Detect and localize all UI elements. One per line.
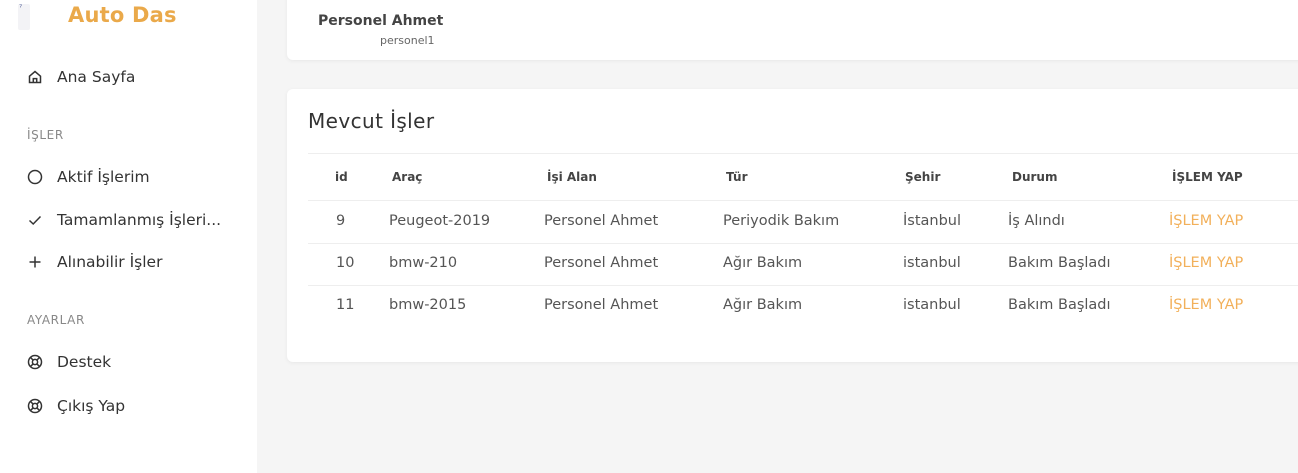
action-link[interactable]: İŞLEM YAP: [1169, 297, 1243, 313]
section-label-settings: AYARLAR: [27, 313, 85, 327]
cell-type: Periyodik Bakım: [723, 213, 840, 229]
cell-assignee: Personel Ahmet: [544, 297, 659, 313]
column-header-vehicle: Araç: [392, 170, 423, 184]
brand-logo-mark: ⁷: [19, 3, 23, 12]
sidebar-item-label: Destek: [57, 353, 112, 371]
lifebuoy-icon: [26, 353, 44, 371]
check-icon: [26, 211, 44, 229]
cell-vehicle: bmw-2015: [389, 297, 467, 313]
action-link[interactable]: İŞLEM YAP: [1169, 213, 1243, 229]
home-icon: [26, 68, 44, 86]
sidebar-item-support[interactable]: Destek: [26, 350, 111, 374]
sidebar-item-label: Tamamlanmış İşleri...: [57, 211, 222, 229]
section-label-jobs: İŞLER: [27, 128, 64, 142]
cell-status: İş Alındı: [1008, 213, 1065, 229]
sidebar: ⁷ Auto Das Ana Sayfa İŞLER Aktif İşlerim…: [0, 0, 257, 473]
user-card: Personel Ahmet personel1: [287, 0, 1298, 60]
cell-city: istanbul: [903, 255, 961, 271]
sidebar-item-home[interactable]: Ana Sayfa: [26, 65, 135, 89]
jobs-card: Mevcut İşler id Araç İşi Alan Tür Şehir …: [287, 89, 1298, 362]
sidebar-item-available-jobs[interactable]: Alınabilir İşler: [26, 250, 162, 274]
brand[interactable]: ⁷ Auto Das: [0, 0, 257, 34]
sidebar-item-label: Çıkış Yap: [57, 397, 126, 415]
table-divider: [308, 200, 1298, 201]
sidebar-item-label: Alınabilir İşler: [57, 253, 163, 271]
column-header-assignee: İşi Alan: [547, 170, 597, 184]
user-name: Personel Ahmet: [318, 13, 444, 29]
cell-assignee: Personel Ahmet: [544, 255, 659, 271]
sidebar-item-logout[interactable]: Çıkış Yap: [26, 394, 125, 418]
sidebar-item-active-jobs[interactable]: Aktif İşlerim: [26, 165, 150, 189]
sidebar-item-completed-jobs[interactable]: Tamamlanmış İşleri...: [26, 208, 221, 232]
cell-id: 10: [336, 255, 355, 271]
sidebar-item-label: Aktif İşlerim: [57, 168, 150, 186]
cell-type: Ağır Bakım: [723, 297, 803, 313]
cell-id: 11: [336, 297, 355, 313]
table-divider: [308, 153, 1298, 154]
column-header-city: Şehir: [905, 170, 941, 184]
table-divider: [308, 243, 1298, 244]
cell-vehicle: Peugeot-2019: [389, 213, 491, 229]
page-title: Mevcut İşler: [308, 109, 435, 133]
cell-id: 9: [336, 213, 346, 229]
circle-icon: [26, 168, 44, 186]
cell-city: istanbul: [903, 297, 961, 313]
plus-icon: [26, 253, 44, 271]
column-header-id: id: [335, 170, 348, 184]
cell-status: Bakım Başladı: [1008, 255, 1111, 271]
cell-city: İstanbul: [903, 213, 962, 229]
table-divider: [308, 285, 1298, 286]
user-username: personel1: [380, 34, 435, 47]
brand-name: Auto Das: [68, 3, 177, 27]
column-header-status: Durum: [1012, 170, 1058, 184]
cell-status: Bakım Başladı: [1008, 297, 1111, 313]
cell-assignee: Personel Ahmet: [544, 213, 659, 229]
cell-type: Ağır Bakım: [723, 255, 803, 271]
column-header-action: İŞLEM YAP: [1172, 170, 1243, 184]
column-header-type: Tür: [726, 170, 748, 184]
cell-vehicle: bmw-210: [389, 255, 458, 271]
lifebuoy-icon: [26, 397, 44, 415]
action-link[interactable]: İŞLEM YAP: [1169, 255, 1243, 271]
sidebar-item-label: Ana Sayfa: [57, 68, 136, 86]
